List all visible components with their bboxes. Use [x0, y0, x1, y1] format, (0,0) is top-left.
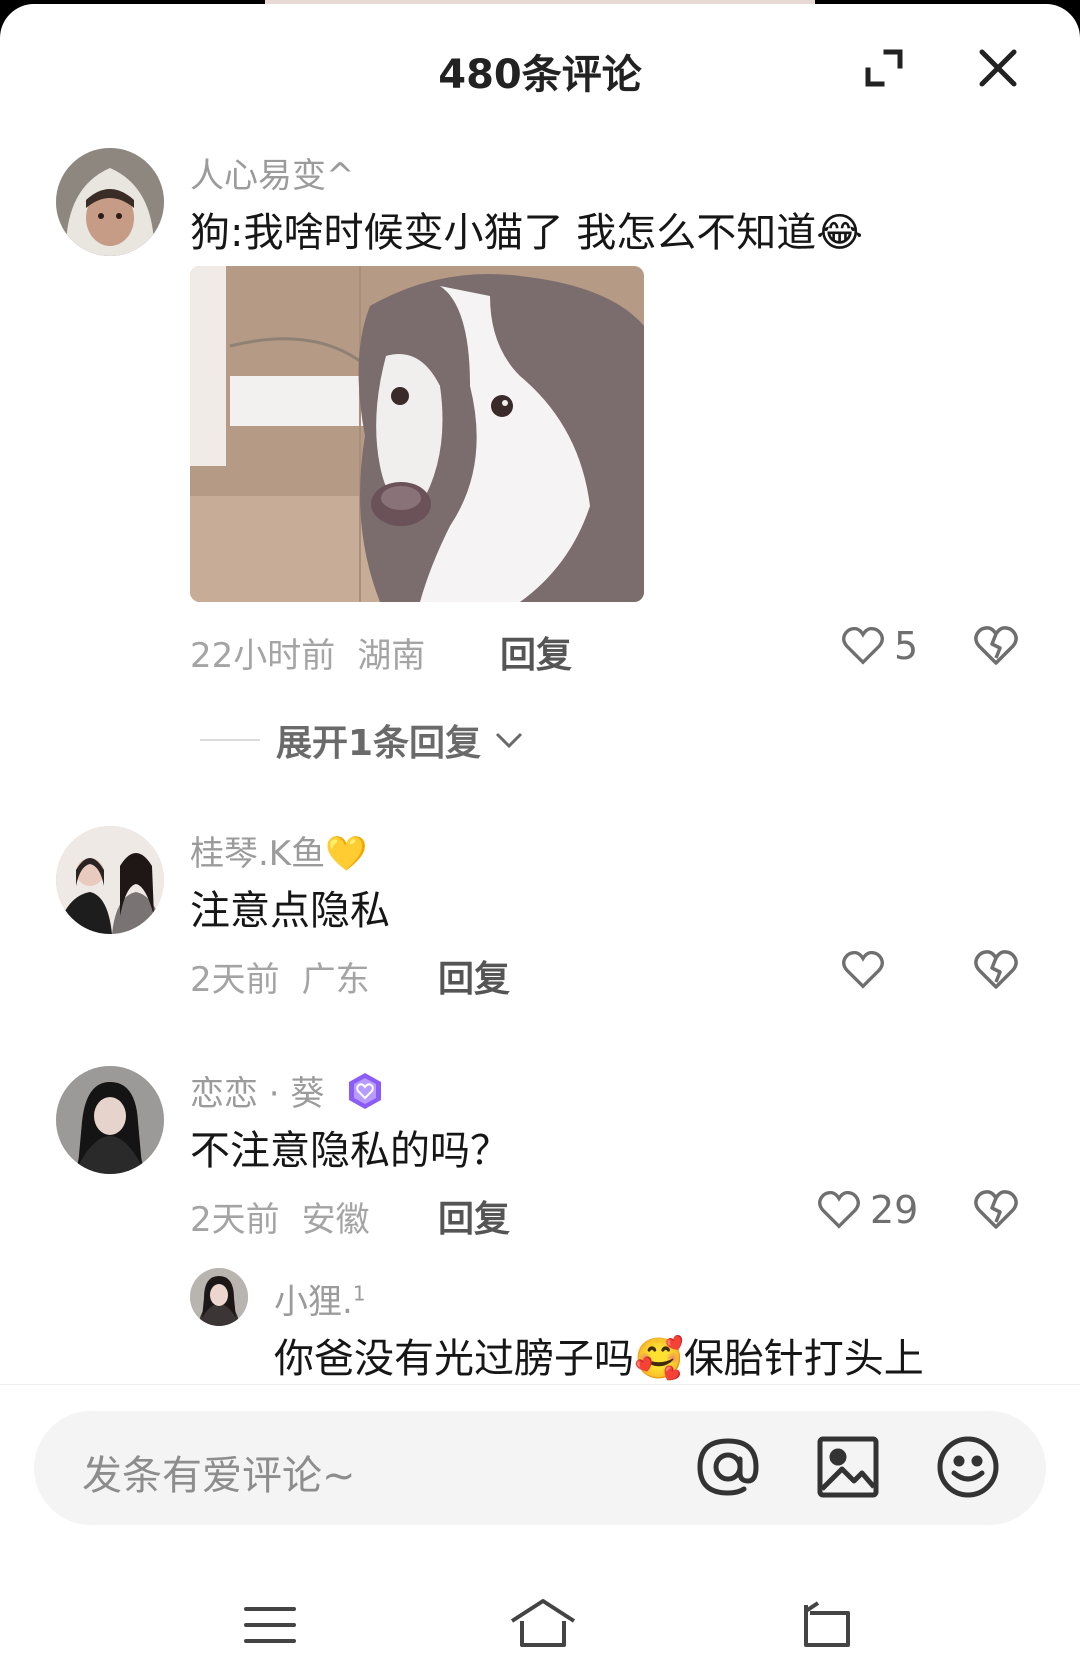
- image-icon[interactable]: [812, 1431, 884, 1503]
- comment-location: 广东: [301, 960, 370, 1000]
- expand-replies-label: 展开1条回复: [276, 723, 482, 764]
- comment-input[interactable]: 发条有爱评论~: [34, 1411, 1046, 1525]
- comments-sheet: 480条评论 人心易变^ 狗:我啥时候变小猫了 我怎么不知道😂 22小时前 湖南…: [0, 4, 1080, 1668]
- comment-username[interactable]: 恋恋 · 葵: [190, 1066, 385, 1120]
- username-text: 恋恋 · 葵: [190, 1074, 325, 1114]
- dislike-icon[interactable]: [972, 946, 1020, 994]
- comment-text: 狗:我啥时候变小猫了 我怎么不知道😂: [190, 200, 863, 258]
- comment-image[interactable]: [190, 266, 644, 602]
- avatar[interactable]: [190, 1268, 248, 1326]
- username-text: 桂琴.K鱼: [190, 834, 326, 874]
- divider-line: [200, 739, 260, 741]
- comment-time: 22小时前: [190, 636, 336, 676]
- at-icon[interactable]: [692, 1431, 764, 1503]
- avatar[interactable]: [56, 148, 164, 256]
- comments-header: 480条评论: [0, 4, 1080, 136]
- comment-meta: 22小时前 湖南: [190, 628, 425, 677]
- home-icon[interactable]: [508, 1595, 576, 1655]
- avatar[interactable]: [56, 1066, 164, 1174]
- comment-time: 2天前: [190, 1200, 280, 1240]
- heart-icon: [840, 947, 886, 993]
- back-icon[interactable]: [796, 1595, 856, 1655]
- comment-time: 2天前: [190, 960, 280, 1000]
- heart-icon: [840, 623, 886, 669]
- comment-text-body: 狗:我啥时候变小猫了 我怎么不知道: [190, 210, 817, 256]
- heart-icon: [816, 1187, 862, 1233]
- like-button[interactable]: 5: [840, 622, 918, 670]
- shield-heart-badge-icon: [345, 1071, 385, 1120]
- comment-meta: 2天前 广东: [190, 952, 370, 1001]
- reply-button[interactable]: 回复: [500, 626, 572, 678]
- comment-input-area: 发条有爱评论~: [0, 1384, 1080, 1668]
- username-text: 小狸.: [274, 1282, 353, 1322]
- like-button[interactable]: 29: [816, 1186, 918, 1234]
- like-count: 5: [894, 624, 919, 668]
- comment-username[interactable]: 人心易变^: [190, 148, 355, 197]
- laughing-crying-emoji: 😂: [816, 210, 863, 256]
- dislike-icon[interactable]: [972, 1186, 1020, 1234]
- menu-icon[interactable]: [240, 1595, 300, 1655]
- smiling-hearts-emoji: 🥰: [634, 1336, 684, 1382]
- sub-reply-text-before: 你爸没有光过膀子吗: [274, 1336, 634, 1382]
- like-button[interactable]: [840, 946, 886, 994]
- expand-icon[interactable]: [860, 44, 908, 92]
- reply-button[interactable]: 回复: [438, 1190, 510, 1242]
- system-navbar: [0, 1575, 1080, 1668]
- comment-location: 安徽: [301, 1200, 370, 1240]
- dislike-icon[interactable]: [972, 622, 1020, 670]
- comment-location: 湖南: [357, 636, 426, 676]
- sub-reply-username[interactable]: 小狸.1: [274, 1274, 366, 1323]
- reply-button[interactable]: 回复: [438, 950, 510, 1002]
- sub-reply-text-after: 保胎针打头上: [683, 1336, 924, 1382]
- chevron-down-icon: [496, 732, 523, 749]
- comment-text: 注意点隐私: [190, 888, 390, 934]
- comments-title: 480条评论: [438, 52, 642, 98]
- comment-input-placeholder: 发条有爱评论~: [82, 1453, 356, 1499]
- comment-username[interactable]: 桂琴.K鱼💛: [190, 826, 367, 875]
- yellow-heart-emoji: 💛: [325, 834, 368, 874]
- close-icon[interactable]: [974, 44, 1022, 92]
- sub-reply-text: 你爸没有光过膀子吗🥰保胎针打头上: [274, 1326, 924, 1384]
- username-superscript: 1: [352, 1281, 366, 1306]
- expand-replies-button[interactable]: 展开1条回复: [200, 714, 527, 766]
- avatar[interactable]: [56, 826, 164, 934]
- emoji-icon[interactable]: [932, 1431, 1004, 1503]
- comment-text: 不注意隐私的吗？: [190, 1128, 510, 1174]
- like-count: 29: [870, 1188, 919, 1232]
- comment-meta: 2天前 安徽: [190, 1192, 370, 1241]
